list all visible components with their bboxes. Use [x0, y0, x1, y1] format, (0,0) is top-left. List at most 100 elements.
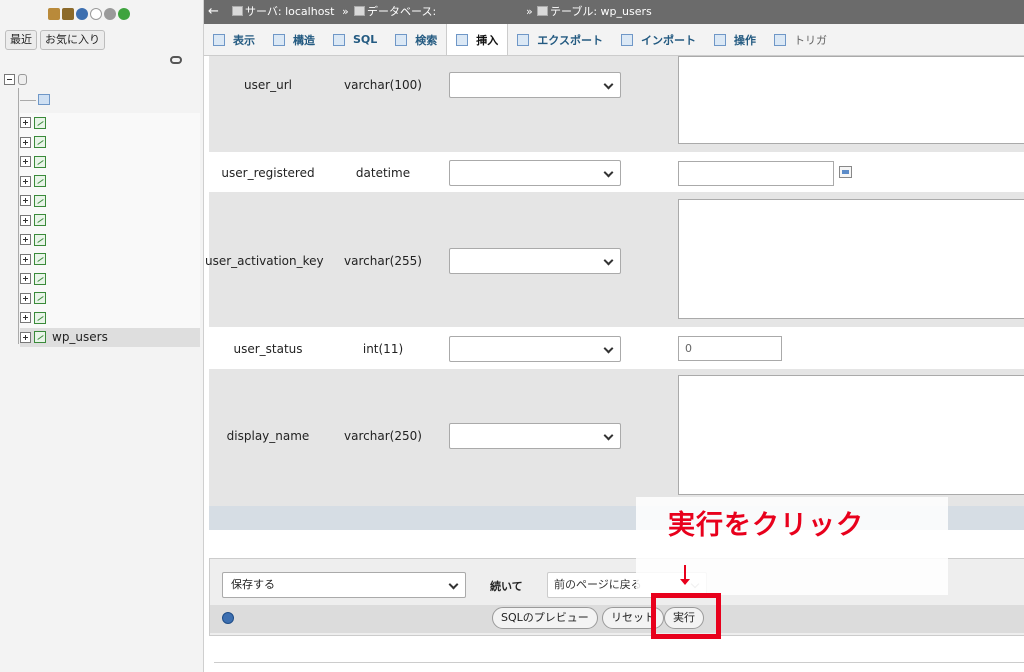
calendar-icon[interactable]: [839, 166, 852, 178]
breadcrumb-database[interactable]: データベース:: [354, 5, 436, 19]
expand-icon[interactable]: [20, 331, 31, 343]
sidebar-item-table[interactable]: wp_users: [20, 327, 200, 347]
settings-icon[interactable]: [104, 8, 116, 20]
tab-label: 検索: [415, 33, 438, 47]
help-icon[interactable]: [222, 612, 234, 624]
table-icon: [537, 6, 548, 16]
value-textarea[interactable]: [678, 375, 1024, 495]
table-icon: [34, 331, 46, 344]
tab-structure[interactable]: 構造: [264, 24, 324, 55]
sidebar-item-table[interactable]: [20, 308, 200, 328]
value-textarea[interactable]: [678, 199, 1024, 319]
tab-search[interactable]: 検索: [386, 24, 446, 55]
annotation-highlight: [651, 593, 721, 639]
table-list: wp_users: [20, 113, 200, 347]
table-icon: [34, 194, 46, 207]
field-type: datetime: [355, 166, 411, 180]
field-row: user_registered datetime: [209, 152, 1024, 192]
sidebar-item-table[interactable]: [20, 230, 200, 250]
expand-icon[interactable]: [20, 292, 31, 304]
tab-label: 構造: [293, 33, 315, 47]
navigation-panel: 最近 お気に入り wp_users: [0, 0, 204, 672]
field-name: user_url: [243, 78, 293, 92]
button-strip: SQLのプレビュー リセット 実行: [210, 605, 1024, 633]
breadcrumb-table[interactable]: テーブル: wp_users: [537, 5, 652, 19]
field-name: display_name: [226, 429, 310, 443]
sidebar-item-table[interactable]: [20, 152, 200, 172]
function-select[interactable]: [449, 72, 621, 98]
favorites-button[interactable]: お気に入り: [40, 30, 105, 50]
reload-icon[interactable]: [118, 8, 130, 20]
tab-label: インポート: [640, 33, 696, 47]
tree-root[interactable]: [4, 72, 34, 88]
value-textarea[interactable]: [678, 56, 1024, 144]
tab-label: トリガ: [793, 33, 827, 47]
sql-preview-button[interactable]: SQLのプレビュー: [492, 607, 598, 629]
breadcrumb-database-label: データベース:: [367, 5, 437, 18]
expand-icon[interactable]: [20, 195, 31, 207]
function-select[interactable]: [449, 160, 621, 186]
field-type: varchar(100): [344, 78, 422, 92]
expand-icon[interactable]: [20, 214, 31, 226]
expand-icon[interactable]: [20, 273, 31, 285]
function-select[interactable]: [449, 423, 621, 449]
field-row: user_status int(11) 0: [209, 327, 1024, 369]
function-select[interactable]: [449, 248, 621, 274]
breadcrumb-server[interactable]: サーバ: localhost: [232, 5, 334, 19]
expand-icon[interactable]: [20, 234, 31, 246]
database-icon: [18, 74, 27, 85]
function-select[interactable]: [449, 336, 621, 362]
documentation-icon[interactable]: [90, 8, 102, 20]
database-icon: [354, 6, 365, 16]
home-icon[interactable]: [48, 8, 60, 20]
sidebar-item-table[interactable]: [20, 113, 200, 133]
expand-icon[interactable]: [20, 156, 31, 168]
table-icon: [34, 175, 46, 188]
sidebar-item-table[interactable]: [20, 132, 200, 152]
trigger-icon: [773, 33, 786, 46]
tree-new-table[interactable]: [20, 92, 50, 108]
tree-line: [18, 88, 19, 344]
expand-icon[interactable]: [20, 253, 31, 265]
field-name: user_status: [233, 342, 303, 356]
insert-icon: [456, 33, 469, 46]
search-icon: [395, 33, 408, 46]
logout-icon[interactable]: [62, 8, 74, 20]
tab-insert[interactable]: 挿入: [446, 24, 509, 55]
tab-sql[interactable]: SQL: [324, 24, 386, 55]
sidebar-item-table[interactable]: [20, 288, 200, 308]
field-name: user_activation_key: [205, 254, 324, 268]
tab-label: SQL: [353, 33, 378, 46]
datetime-input[interactable]: [678, 161, 834, 186]
collapse-icon[interactable]: [4, 74, 15, 85]
expand-icon[interactable]: [20, 312, 31, 324]
sidebar-item-table[interactable]: [20, 171, 200, 191]
sidebar-item-table[interactable]: [20, 249, 200, 269]
table-icon: [34, 116, 46, 129]
value-input[interactable]: 0: [678, 336, 782, 361]
expand-icon[interactable]: [20, 175, 31, 187]
footer-divider: [214, 662, 1024, 663]
tab-operations[interactable]: 操作: [705, 24, 765, 55]
tab-browse[interactable]: 表示: [204, 24, 264, 55]
expand-icon[interactable]: [20, 136, 31, 148]
sidebar-item-table[interactable]: [20, 210, 200, 230]
tab-triggers[interactable]: トリガ: [765, 24, 836, 55]
back-arrow-icon[interactable]: ←: [208, 5, 219, 18]
nav-tabs: 最近 お気に入り: [5, 30, 105, 50]
expand-icon[interactable]: [20, 117, 31, 129]
help-icon[interactable]: [76, 8, 88, 20]
after-insert-select[interactable]: 保存する: [222, 572, 466, 598]
annotation-arrow-icon: [680, 565, 690, 585]
breadcrumb-separator: »: [342, 5, 349, 18]
link-icon[interactable]: [170, 56, 182, 64]
table-icon: [34, 136, 46, 149]
table-icon: [34, 311, 46, 324]
tab-import[interactable]: インポート: [612, 24, 705, 55]
tab-label: 挿入: [476, 33, 499, 47]
sidebar-item-table[interactable]: [20, 191, 200, 211]
sidebar-item-table[interactable]: [20, 269, 200, 289]
recent-button[interactable]: 最近: [5, 30, 37, 50]
tab-strip: 表示 構造 SQL 検索 挿入 エクスポート インポート 操作 トリガ: [204, 24, 1024, 56]
tab-export[interactable]: エクスポート: [508, 24, 612, 55]
